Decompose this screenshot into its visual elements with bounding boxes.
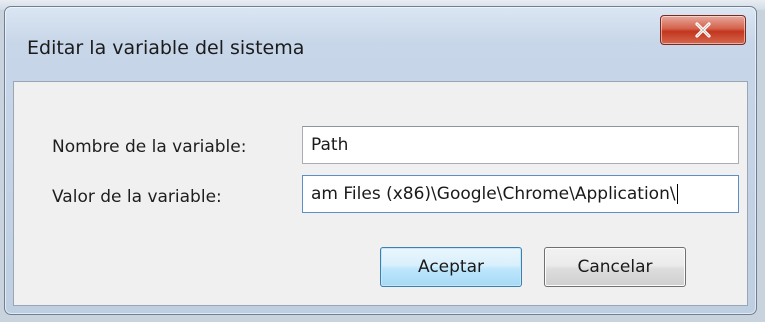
variable-name-label: Nombre de la variable:	[52, 137, 247, 157]
dialog-body: Nombre de la variable: Path Valor de la …	[13, 81, 748, 306]
accept-button[interactable]: Aceptar	[380, 247, 522, 287]
close-button[interactable]	[660, 15, 746, 45]
dialog-window: Editar la variable del sistema Nombre de…	[4, 6, 757, 315]
close-icon	[695, 22, 711, 38]
variable-value-label: Valor de la variable:	[52, 187, 222, 207]
variable-name-input[interactable]: Path	[302, 126, 739, 164]
variable-value-text: am Files (x86)\Google\Chrome\Application…	[311, 184, 676, 204]
window-title: Editar la variable del sistema	[27, 37, 305, 59]
title-bar[interactable]: Editar la variable del sistema	[5, 7, 756, 77]
variable-value-input[interactable]: am Files (x86)\Google\Chrome\Application…	[302, 175, 739, 213]
text-caret	[676, 184, 678, 204]
cancel-button[interactable]: Cancelar	[544, 247, 686, 287]
